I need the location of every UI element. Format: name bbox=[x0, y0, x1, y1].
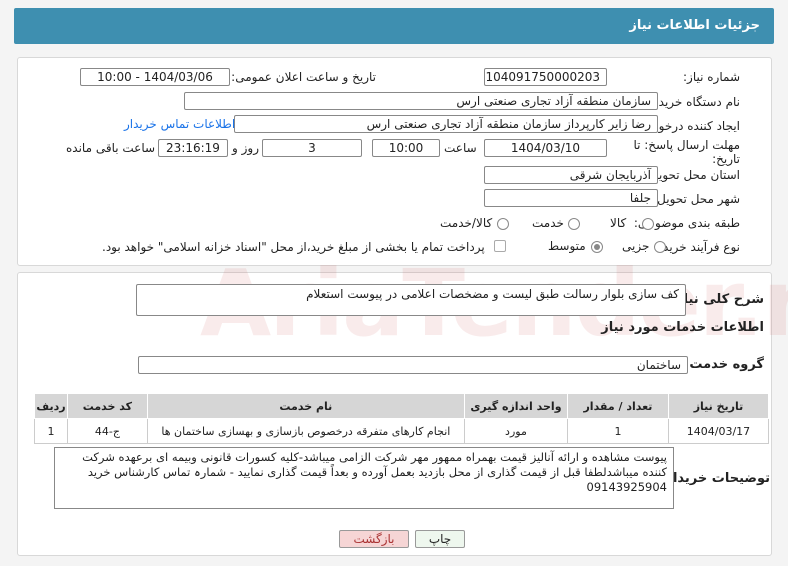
buyer-org-field: سازمان منطقه آزاد تجاری صنعتی ارس bbox=[184, 92, 658, 110]
city-field: جلفا bbox=[484, 189, 658, 207]
requester-field: رضا زایر کارپرداز سازمان منطقه آزاد تجار… bbox=[234, 115, 658, 133]
category-radio-goods[interactable] bbox=[642, 218, 654, 230]
buyer-notes-field: پیوست مشاهده و ارائه آنالیز قیمت بهمراه … bbox=[54, 447, 674, 509]
deadline-time-label: ساعت bbox=[444, 141, 477, 155]
page-header: جزئیات اطلاعات نیاز bbox=[14, 8, 774, 44]
days-label: روز و bbox=[232, 141, 259, 155]
cell-qty: 1 bbox=[566, 418, 669, 444]
services-table: تاریخ نیاز تعداد / مقدار واحد اندازه گیر… bbox=[33, 393, 770, 444]
process-radio-medium[interactable] bbox=[591, 241, 603, 253]
col-date: تاریخ نیاز bbox=[667, 393, 770, 419]
need-number-field: 1104091750000203 bbox=[484, 68, 607, 86]
announce-field: 1404/03/06 - 10:00 bbox=[80, 68, 230, 86]
info-panel bbox=[17, 57, 772, 266]
cell-name: انجام کارهای متفرقه درخصوص بازسازی و بهس… bbox=[146, 418, 465, 444]
category-radio-both[interactable] bbox=[497, 218, 509, 230]
print-button[interactable]: چاپ bbox=[415, 530, 465, 548]
category-radio-service[interactable] bbox=[568, 218, 580, 230]
remaining-label: ساعت باقی مانده bbox=[66, 141, 156, 155]
process-label: نوع فرآیند خرید : bbox=[655, 240, 740, 254]
deadline-label: مهلت ارسال پاسخ: تا bbox=[633, 138, 740, 152]
process-minor-label: جزیی bbox=[622, 239, 650, 253]
col-code: کد خدمت bbox=[67, 393, 148, 419]
deadline-date-field: 1404/03/10 bbox=[484, 139, 607, 157]
col-row: ردیف bbox=[33, 393, 69, 419]
process-radio-minor[interactable] bbox=[654, 241, 666, 253]
category-goods-label: کالا bbox=[610, 216, 627, 230]
cell-unit: مورد bbox=[463, 418, 568, 444]
service-group-field: ساختمان bbox=[138, 356, 688, 374]
cell-row: 1 bbox=[33, 418, 69, 444]
buyer-notes-label: توضیحات خریدار: bbox=[660, 471, 770, 486]
contact-info-link[interactable]: اطلاعات تماس خریدار bbox=[124, 117, 235, 131]
province-label: استان محل تحویل: bbox=[645, 168, 740, 182]
deadline-label-date: تاریخ: bbox=[712, 152, 740, 166]
page-title: جزئیات اطلاعات نیاز bbox=[629, 18, 760, 33]
cell-code: ج-44 bbox=[67, 418, 148, 444]
payment-note: پرداخت تمام یا بخشی از مبلغ خرید،از محل … bbox=[102, 240, 485, 254]
need-number-label: شماره نیاز: bbox=[683, 70, 740, 84]
summary-field: کف سازی بلوار رسالت طبق لیست و مضخصات اع… bbox=[136, 284, 686, 316]
treasury-checkbox[interactable] bbox=[494, 240, 506, 252]
days-field: 3 bbox=[262, 139, 362, 157]
province-field: آذربایجان شرقی bbox=[484, 166, 658, 184]
process-medium-label: متوسط bbox=[548, 239, 586, 253]
services-section-title: اطلاعات خدمات مورد نیاز bbox=[601, 320, 764, 335]
col-unit: واحد اندازه گیری bbox=[463, 393, 568, 419]
announce-label: تاریخ و ساعت اعلان عمومی: bbox=[231, 70, 376, 84]
col-name: نام خدمت bbox=[146, 393, 465, 419]
category-both-label: کالا/خدمت bbox=[440, 216, 493, 230]
city-label: شهر محل تحویل: bbox=[653, 192, 740, 206]
deadline-time-field: 10:00 bbox=[372, 139, 440, 157]
buyer-org-label: نام دستگاه خریدار: bbox=[645, 95, 741, 109]
table-row: 1404/03/17 1 مورد انجام کارهای متفرقه در… bbox=[33, 418, 770, 444]
service-group-label: گروه خدمت: bbox=[684, 357, 764, 372]
cell-date: 1404/03/17 bbox=[667, 418, 770, 444]
col-qty: تعداد / مقدار bbox=[566, 393, 669, 419]
category-service-label: خدمت bbox=[532, 216, 564, 230]
back-button[interactable]: بازگشت bbox=[339, 530, 409, 548]
table-header-row: تاریخ نیاز تعداد / مقدار واحد اندازه گیر… bbox=[33, 393, 770, 419]
remaining-time-field: 23:16:19 bbox=[158, 139, 228, 157]
